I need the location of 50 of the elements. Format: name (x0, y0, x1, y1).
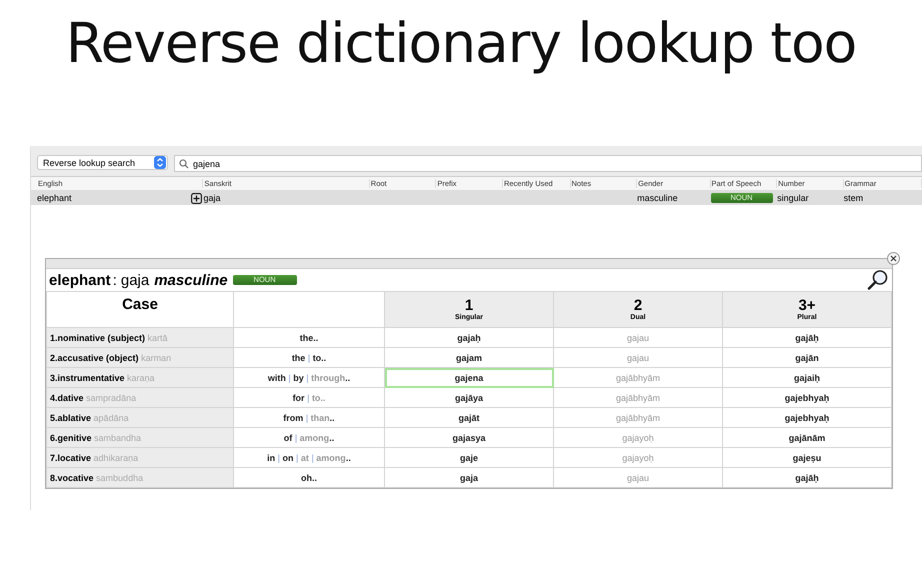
sanskrit-word: gaja (120, 272, 150, 288)
english-word: elephant (49, 272, 111, 288)
close-icon[interactable] (887, 252, 900, 265)
form-cell[interactable]: gajāya (384, 388, 554, 408)
case-header: Case (46, 292, 234, 328)
form-cell[interactable]: gajeṣu (722, 448, 892, 468)
form-cell[interactable]: gajān (722, 348, 892, 368)
form-cell[interactable]: gaja (384, 468, 554, 488)
meaning-cell: of | among.. (234, 428, 384, 448)
expand-icon[interactable] (191, 192, 202, 204)
form-cell[interactable]: gajam (384, 348, 554, 368)
form-cell[interactable]: gajāt (384, 408, 554, 428)
separator-colon: : (112, 272, 117, 288)
form-cell[interactable]: gajasya (384, 428, 554, 448)
case-cell: 4.dative sampradāna (46, 388, 234, 408)
meaning-cell: the | to.. (234, 348, 384, 368)
form-cell[interactable]: gajena (384, 368, 554, 388)
meaning-cell: in | on | at | among.. (234, 448, 384, 468)
table-cell: masculine (637, 193, 678, 203)
case-cell: 5.ablative apādāna (46, 408, 234, 428)
search-field[interactable]: gajena (174, 155, 922, 172)
form-cell[interactable]: gajebhyaḥ (722, 408, 892, 428)
table-cell: stem (844, 193, 864, 203)
table-cell: singular (777, 193, 809, 203)
form-cell[interactable]: gajānām (722, 428, 892, 448)
form-cell[interactable]: gajāḥ (722, 468, 892, 488)
meaning-cell: from | than.. (234, 408, 384, 428)
form-cell[interactable]: gaje (384, 448, 554, 468)
form-cell[interactable]: gajaḥ (384, 328, 554, 348)
gender-label: masculine (154, 272, 228, 288)
search-icon (179, 158, 189, 168)
case-cell: 3.instrumentative karaṇa (46, 368, 234, 388)
case-cell: 6.genitive sambandha (46, 428, 234, 448)
table-cell: elephant (37, 193, 72, 203)
meaning-cell: the.. (234, 328, 384, 348)
case-cell: 1.nominative (subject) kartā (46, 328, 234, 348)
table-cell: gaja (203, 193, 220, 203)
form-cell[interactable]: gajaiḥ (722, 368, 892, 388)
form-cell[interactable]: gajāḥ (722, 328, 892, 348)
dropdown-stepper-icon (154, 156, 166, 169)
meaning-cell: with | by | through.. (234, 368, 384, 388)
magnifier-icon[interactable] (867, 269, 889, 291)
case-cell: 2.accusative (object) karman (46, 348, 234, 368)
form-cell[interactable]: gajebhyaḥ (722, 388, 892, 408)
meaning-cell: for | to.. (234, 388, 384, 408)
case-cell: 8.vocative sambuddha (46, 468, 234, 488)
case-cell: 7.locative adhikaraṇa (46, 448, 234, 468)
search-mode-dropdown[interactable]: Reverse lookup search (37, 155, 168, 170)
meaning-cell: oh.. (234, 468, 384, 488)
slide-title: Reverse dictionary lookup too (64, 10, 858, 77)
